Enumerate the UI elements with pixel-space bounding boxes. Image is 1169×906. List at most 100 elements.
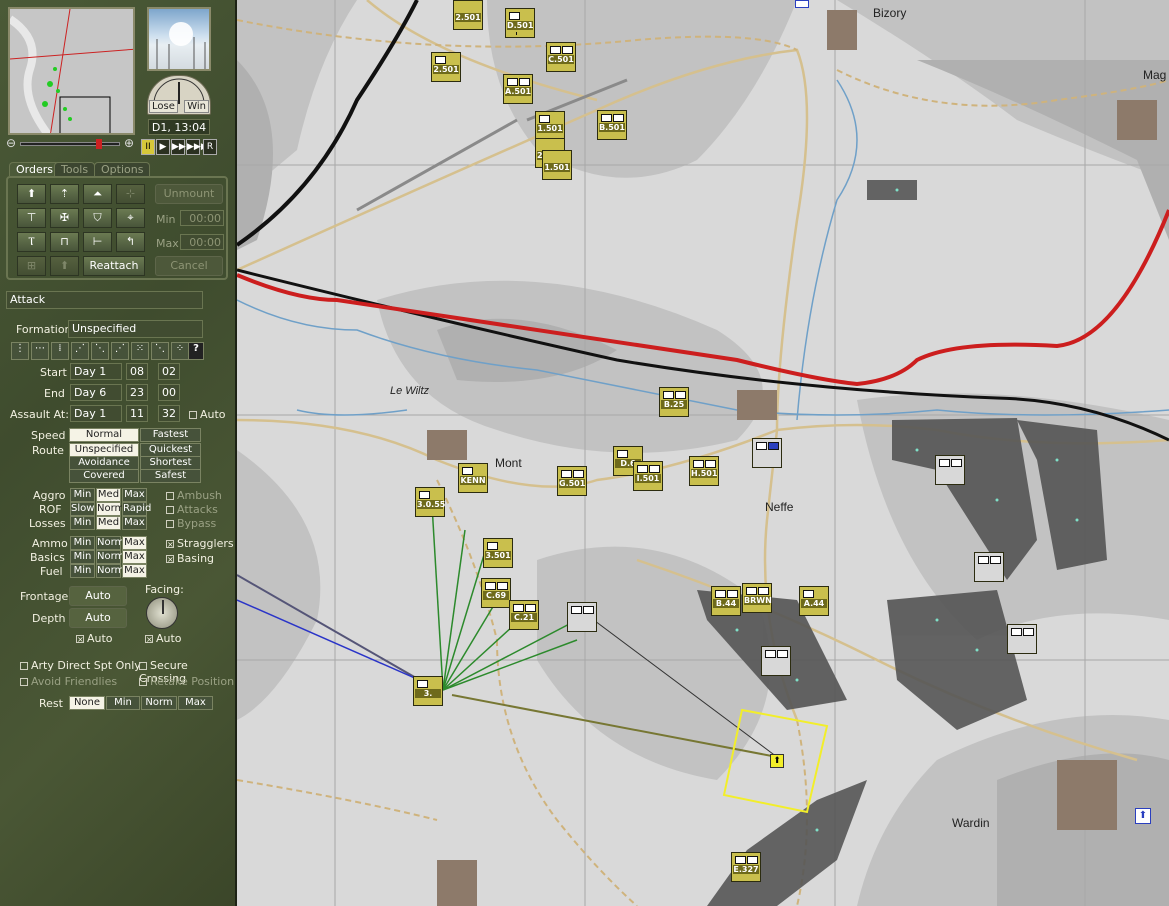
play-button[interactable]: ▶ (156, 139, 170, 155)
setup-icon[interactable]: ⬆ (50, 256, 79, 276)
basics-min[interactable]: Min (70, 550, 95, 564)
plus-icon[interactable]: ⊕ (124, 136, 134, 150)
unit-b-grey[interactable] (567, 602, 597, 632)
delay-icon[interactable]: ⊓ (50, 232, 79, 252)
stragglers-checkbox[interactable]: × Stragglers (166, 537, 234, 550)
attacks-checkbox[interactable]: Attacks (166, 503, 218, 516)
defend-icon[interactable]: ⊤ (17, 208, 46, 228)
fast-move-icon[interactable]: ⇡ (50, 184, 79, 204)
formation-echelon-left-icon[interactable]: ⋱ (91, 342, 109, 360)
rof-rapid[interactable]: Rapid (122, 502, 151, 516)
unit-2-501[interactable]: 2.501 (453, 0, 483, 30)
start-day[interactable]: Day 1 (70, 363, 122, 380)
formation-column-icon[interactable]: ⋮ (11, 342, 29, 360)
probe-icon[interactable]: ⛉ (83, 208, 112, 228)
slider-thumb[interactable] (96, 139, 102, 149)
speed-normal[interactable]: Normal (69, 428, 139, 442)
losses-min[interactable]: Min (70, 516, 95, 530)
withdraw-icon[interactable]: ↰ (116, 232, 145, 252)
unit-1-501[interactable]: 1.501 (535, 111, 565, 141)
tab-tools[interactable]: Tools (54, 162, 96, 176)
unit-d-501[interactable]: D.501 (505, 8, 535, 38)
basics-norm[interactable]: Norm (96, 550, 124, 564)
rof-norm[interactable]: Norm (96, 502, 124, 516)
rest-min[interactable]: Min (106, 696, 140, 710)
unit-g-501[interactable]: G.501 (557, 466, 587, 496)
pause-button[interactable]: II (141, 139, 155, 155)
recon-icon[interactable]: ⌖ (116, 208, 145, 228)
route-covered[interactable]: Covered (69, 469, 139, 483)
formation-diamond-icon[interactable]: ⁘ (171, 342, 189, 360)
min-time-field[interactable]: 00:00 (180, 210, 224, 226)
unit-3-0-55[interactable]: 3.0.55 (415, 487, 445, 517)
end-day[interactable]: Day 6 (70, 384, 122, 401)
map-edge-hq-icon[interactable] (795, 0, 809, 8)
route-shortest[interactable]: Shortest (140, 456, 201, 470)
fuel-max[interactable]: Max (122, 564, 147, 578)
route-avoidance[interactable]: Avoidance (69, 456, 139, 470)
rof-slow[interactable]: Slow (70, 502, 95, 516)
disband-icon[interactable]: ⊞ (17, 256, 46, 276)
basing-checkbox[interactable]: × Basing (166, 552, 214, 565)
unit-c-501[interactable]: C.501 (546, 42, 576, 72)
formation-echelon-right-icon[interactable]: ⋰ (111, 342, 129, 360)
attack-icon[interactable]: ✠ (50, 208, 79, 228)
tab-options[interactable]: Options (94, 162, 151, 176)
unit-enemy-2[interactable] (974, 552, 1004, 582)
unit-c-69[interactable]: C.69 (481, 578, 511, 608)
route-unspecified[interactable]: Unspecified (69, 443, 139, 457)
move-icon[interactable]: ⬆ (17, 184, 46, 204)
formation-vee-icon[interactable]: ⋱ (151, 342, 169, 360)
max-time-field[interactable]: 00:00 (180, 234, 224, 250)
facing-auto-checkbox[interactable]: × Auto (145, 632, 182, 645)
basics-max[interactable]: Max (122, 550, 147, 564)
minimap[interactable] (8, 7, 135, 135)
arty-checkbox[interactable]: Arty Direct Spt Only (20, 659, 141, 672)
wardin-hq-icon[interactable]: ⬆ (1135, 808, 1151, 824)
rest-icon[interactable]: ⊢ (83, 232, 112, 252)
ammo-max[interactable]: Max (122, 536, 147, 550)
ammo-min[interactable]: Min (70, 536, 95, 550)
bombard-icon[interactable]: ⊹ (116, 184, 145, 204)
unit-enemy-4[interactable] (761, 646, 791, 676)
formation-block-icon[interactable]: ⁞ (51, 342, 69, 360)
unit-enemy-1[interactable] (935, 455, 965, 485)
start-hour[interactable]: 08 (126, 363, 148, 380)
assault-day[interactable]: Day 1 (70, 405, 122, 422)
minus-icon[interactable]: ⊖ (6, 136, 16, 150)
unit-brwn[interactable]: BRWN (742, 583, 772, 613)
unit-i-501[interactable]: I.501 (633, 461, 663, 491)
end-minute[interactable]: 00 (158, 384, 180, 401)
unit-3-501[interactable]: 3.501 (483, 538, 513, 568)
unit-b-25[interactable]: B.25 (659, 387, 689, 417)
unit-hq-neffe[interactable] (752, 438, 782, 468)
unit-a-501[interactable]: A.501 (503, 74, 533, 104)
rest-max[interactable]: Max (178, 696, 213, 710)
aggro-max[interactable]: Max (122, 488, 147, 502)
end-hour[interactable]: 23 (126, 384, 148, 401)
unit-3-selected[interactable]: 3. (413, 676, 443, 706)
unit-enemy-3[interactable] (1007, 624, 1037, 654)
fuel-min[interactable]: Min (70, 564, 95, 578)
hold-icon[interactable]: Ⲧ (17, 232, 46, 252)
losses-med[interactable]: Med (96, 516, 121, 530)
unit-kenn[interactable]: KENN (458, 463, 488, 493)
tactical-move-icon[interactable]: ⏶ (83, 184, 112, 204)
assault-hour[interactable]: 11 (126, 405, 148, 422)
unit-1-501-b[interactable]: 1.501 (542, 150, 572, 180)
losses-max[interactable]: Max (122, 516, 147, 530)
formation-line-icon[interactable]: ⋯ (31, 342, 49, 360)
tab-orders[interactable]: Orders (9, 162, 60, 176)
formation-field[interactable]: Unspecified (68, 320, 203, 338)
replay-button[interactable]: R (203, 139, 217, 155)
unmount-button[interactable]: Unmount (155, 184, 223, 204)
ambush-checkbox[interactable]: Ambush (166, 489, 222, 502)
ammo-norm[interactable]: Norm (96, 536, 124, 550)
rest-none[interactable]: None (69, 696, 105, 710)
unit-e-327[interactable]: E.327 (731, 852, 761, 882)
bypass-checkbox[interactable]: Bypass (166, 517, 216, 530)
avoid-friendlies-checkbox[interactable]: Avoid Friendlies (20, 675, 117, 688)
assault-auto-checkbox[interactable]: Auto (189, 408, 226, 421)
tactical-map[interactable]: Bizory Mag Le Wiltz Mont Neffe Wardin 2.… (237, 0, 1169, 906)
speed-fastest[interactable]: Fastest (140, 428, 201, 442)
